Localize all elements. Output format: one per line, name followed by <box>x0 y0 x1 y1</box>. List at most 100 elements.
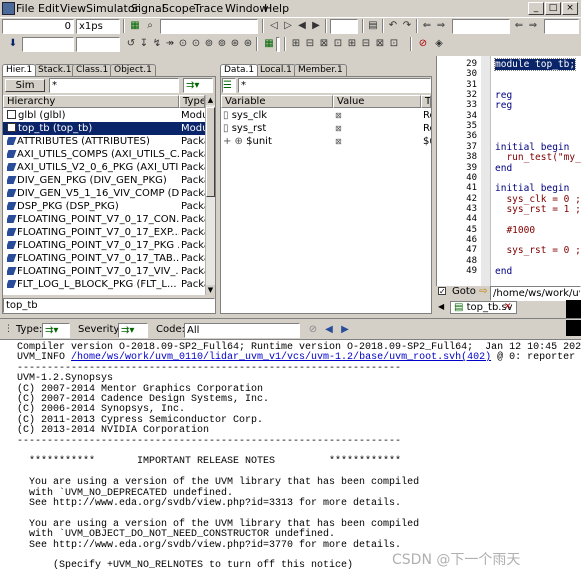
run-unit-select[interactable] <box>76 37 120 52</box>
code-line[interactable]: module top_tb; <box>493 58 577 71</box>
tool1-icon[interactable]: ⊞ <box>289 37 303 51</box>
hier-row[interactable]: top_tb (top_tb)Modu <box>3 122 205 135</box>
next-msg-icon[interactable]: ▶ <box>338 323 352 337</box>
tab-stack[interactable]: Stack.1 <box>34 64 76 76</box>
next-icon[interactable]: ↯ <box>150 37 164 51</box>
code-line[interactable]: initial begin <box>495 183 569 194</box>
run-back-icon[interactable]: ◀ <box>295 19 309 33</box>
nav-left-icon[interactable]: ◀ <box>438 302 450 312</box>
next-edge-icon[interactable]: ⇒ <box>526 19 540 33</box>
step-fwd-icon[interactable]: ▷ <box>281 19 295 33</box>
code-line[interactable]: reg <box>495 90 512 101</box>
hier-row[interactable]: glbl (glbl)Modu <box>3 109 205 122</box>
scope-select[interactable] <box>330 19 358 34</box>
hier-row[interactable]: DIV_GEN_PKG (DIV_GEN_PKG)Packa <box>3 174 205 187</box>
hier-filter-input[interactable]: * <box>49 78 179 93</box>
variable-row[interactable]: + ⊕ $unit⊠$u <box>221 135 431 148</box>
menu-help[interactable]: Help <box>264 2 289 15</box>
find-icon[interactable]: ⌕ <box>143 19 157 33</box>
tab-data[interactable]: Data.1 <box>220 64 259 76</box>
type-filter[interactable]: ⇉▾ <box>42 323 70 338</box>
run-fwd-icon[interactable]: ▶ <box>309 19 323 33</box>
tool8-icon[interactable]: ⊡ <box>387 37 401 51</box>
bp1-icon[interactable]: ⊙ <box>176 37 190 51</box>
hier-row[interactable]: AXI_UTILS_COMPS (AXI_UTILS_C...Packa <box>3 148 205 161</box>
hier-row[interactable]: FLOATING_POINT_V7_0_17_TAB...Packa <box>3 252 205 265</box>
variable-row[interactable]: ▯ sys_rst⊠Re <box>221 122 431 135</box>
help-icon[interactable]: ◈ <box>432 37 446 51</box>
undo-icon[interactable]: ↶ <box>386 19 400 33</box>
stop-icon[interactable]: ⊘ <box>416 37 430 51</box>
run-time-input[interactable] <box>22 37 74 52</box>
redo-icon[interactable]: ↷ <box>400 19 414 33</box>
edge-select[interactable] <box>544 19 579 34</box>
save-icon[interactable]: ▤ <box>366 19 380 33</box>
hier-row[interactable]: DSP_PKG (DSP_PKG)Packa <box>3 200 205 213</box>
tab-hier[interactable]: Hier.1 <box>2 64 37 76</box>
tab-local[interactable]: Local.1 <box>256 64 296 76</box>
col-variable[interactable]: Variable <box>221 95 333 108</box>
code-line[interactable]: sys_rst = 1 ; <box>495 204 580 215</box>
hier-icon[interactable]: ▦ <box>128 19 142 33</box>
col-hierarchy[interactable]: Hierarchy <box>3 95 179 108</box>
tab-object[interactable]: Object.1 <box>110 64 156 76</box>
step-icon[interactable]: ↧ <box>137 37 151 51</box>
step-down-icon[interactable]: ⬇ <box>6 37 20 51</box>
time-input[interactable]: 0 <box>2 19 74 34</box>
prev-edge-icon[interactable]: ⇐ <box>512 19 526 33</box>
menu-scope[interactable]: Scope <box>162 2 196 15</box>
menu-window[interactable]: Window <box>225 2 268 15</box>
bp2-icon[interactable]: ⊙ <box>189 37 203 51</box>
bp4-icon[interactable]: ⊚ <box>215 37 229 51</box>
hier-row[interactable]: DIV_GEN_V5_1_16_VIV_COMP (D...Packa <box>3 187 205 200</box>
tool5-icon[interactable]: ⊞ <box>345 37 359 51</box>
clear-icon[interactable]: ⊘ <box>306 323 320 337</box>
hier-row[interactable]: FLOATING_POINT_V7_0_17_EXP...Packa <box>3 226 205 239</box>
variable-row[interactable]: ▯ sys_clk⊠Re <box>221 109 431 122</box>
code-line[interactable]: sys_clk = 0 ; <box>495 194 580 205</box>
tab-member[interactable]: Member.1 <box>294 64 347 76</box>
time-unit-select[interactable]: x1ps <box>76 19 120 34</box>
bp6-icon[interactable]: ⊛ <box>241 37 255 51</box>
tool4-icon[interactable]: ⊡ <box>331 37 345 51</box>
nav-left-icon[interactable]: ⇐ <box>420 19 434 33</box>
col-value[interactable]: Value <box>333 95 421 108</box>
code-line[interactable]: sys_rst = 0 ; <box>495 245 580 256</box>
code-line[interactable]: end <box>495 163 512 174</box>
uvm-root-link[interactable]: /home/ws/work/uvm_0110/lidar_uvm_v1/vcs/… <box>71 352 491 363</box>
goto-checkbox[interactable]: ✓ <box>438 287 446 296</box>
code-line[interactable]: initial begin <box>495 142 569 153</box>
col-ty[interactable]: Ty <box>421 95 431 108</box>
code-line[interactable]: reg <box>495 100 512 111</box>
scope-input[interactable]: top_tb <box>3 298 215 313</box>
tool7-icon[interactable]: ⊠ <box>373 37 387 51</box>
tab-class[interactable]: Class.1 <box>72 64 113 76</box>
bp3-icon[interactable]: ⊚ <box>202 37 216 51</box>
code-line[interactable]: run_test("my_ <box>495 152 580 163</box>
goto-path[interactable]: /home/ws/work/uvm_0 <box>490 286 581 301</box>
hier-row[interactable]: FLOATING_POINT_V7_0_17_CON...Packa <box>3 213 205 226</box>
menu-trace[interactable]: Trace <box>194 2 223 15</box>
goto-label[interactable]: Goto ⇨ <box>452 286 487 297</box>
minimize-icon[interactable]: _ <box>528 2 544 15</box>
app-icon[interactable] <box>2 2 15 15</box>
tool6-icon[interactable]: ⊟ <box>359 37 373 51</box>
menu-view[interactable]: View <box>60 2 86 15</box>
hier-row[interactable]: ATTRIBUTES (ATTRIBUTES)Packa <box>3 135 205 148</box>
tool3-icon[interactable]: ⊠ <box>317 37 331 51</box>
col-type[interactable]: Type <box>179 95 205 108</box>
hier-row[interactable]: FLOATING_POINT_V7_0_17_PKG ...Packa <box>3 239 205 252</box>
cont-icon[interactable]: ↠ <box>163 37 177 51</box>
hier-row[interactable]: AXI_UTILS_V2_0_6_PKG (AXI_UTIL...Packa <box>3 161 205 174</box>
prev-msg-icon[interactable]: ◀ <box>322 323 336 337</box>
sim-button[interactable]: Sim <box>5 79 45 92</box>
grid-icon[interactable]: ▦ <box>262 37 276 51</box>
menu-file[interactable]: File <box>16 2 34 15</box>
search-input[interactable] <box>160 19 258 34</box>
data-menu-icon[interactable]: ☰ <box>222 78 236 93</box>
signal-select[interactable] <box>452 19 510 34</box>
code-line[interactable]: #1000 <box>495 225 535 236</box>
hier-filter-type[interactable]: ⇉▾ <box>183 78 213 93</box>
menu-signal[interactable]: Signal <box>131 2 165 15</box>
file-tab-close-icon[interactable]: ✕ <box>504 301 514 313</box>
